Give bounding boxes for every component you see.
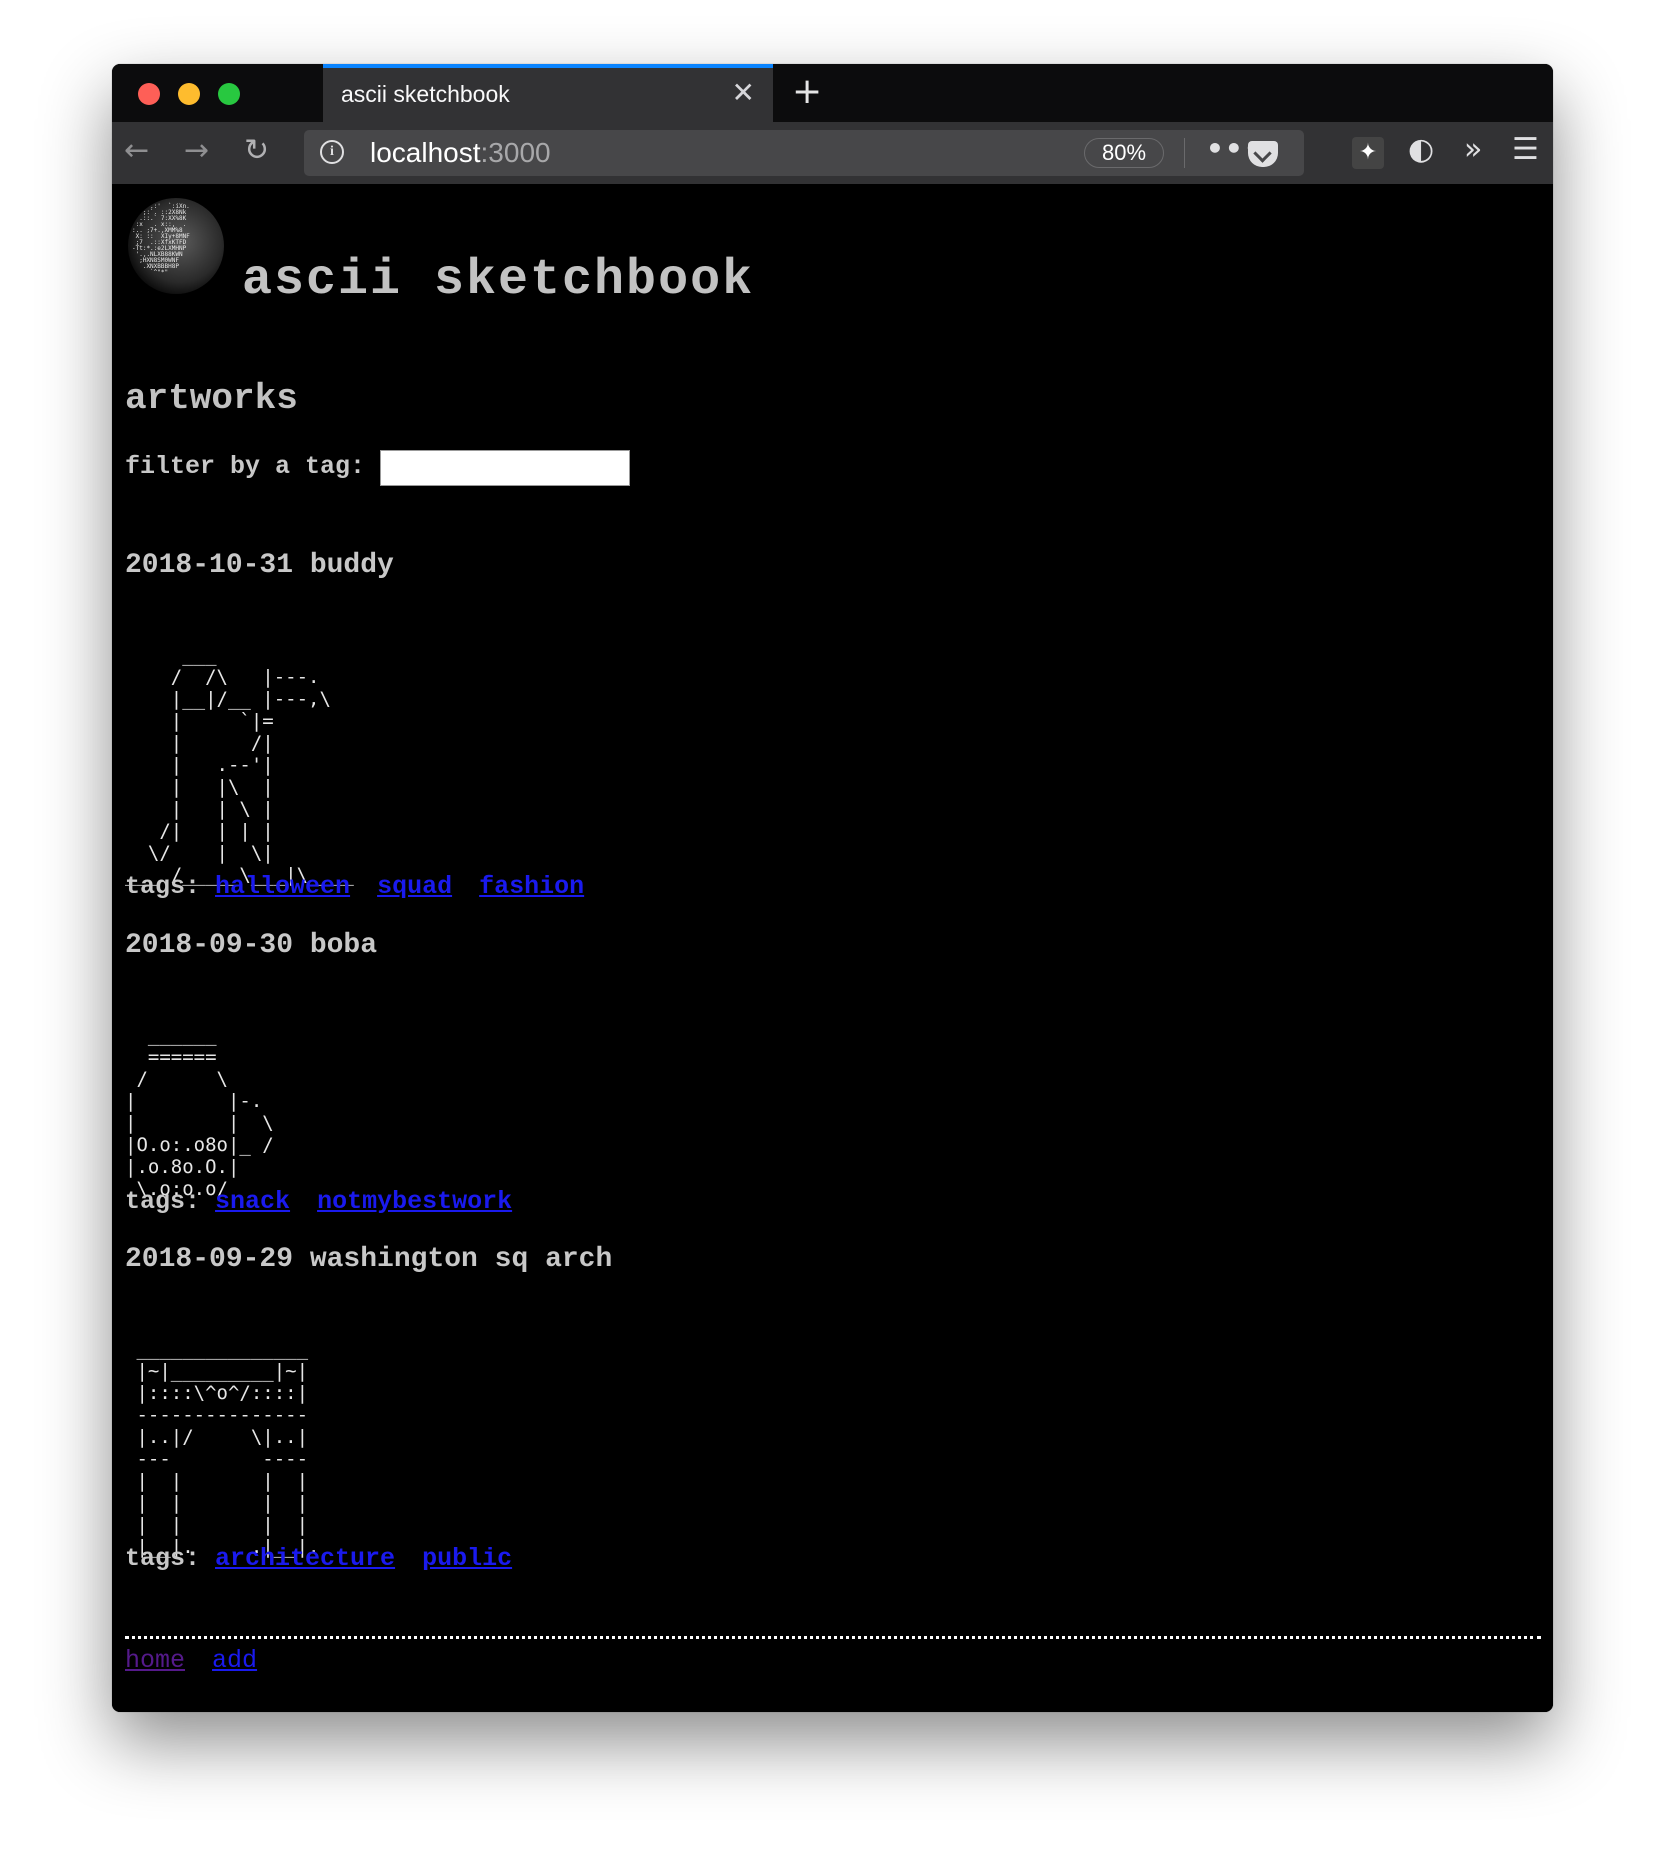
- tag-filter-input[interactable]: [380, 450, 630, 486]
- section-heading: artworks: [125, 378, 298, 419]
- artwork-title: 2018-09-30 boba: [125, 930, 378, 961]
- url-divider: [1184, 138, 1185, 168]
- url-bar[interactable]: i localhost:3000 80% •••: [304, 130, 1304, 176]
- tag-link[interactable]: halloween: [215, 872, 350, 901]
- page-content: .:' `:iXn. ;:`. ::2X8Nk .::.` 7:XX%8K :x…: [112, 184, 1553, 1712]
- navigation-bar: ← → ↻ i localhost:3000 80% ••• ✦ ◐ » ☰: [112, 122, 1553, 184]
- info-icon[interactable]: i: [320, 140, 344, 164]
- minimize-window-button[interactable]: [178, 83, 200, 105]
- logo-ascii-art: .:' `:iXn. ;:`. ::2X8Nk .::.` 7:XX%8K :x…: [132, 203, 190, 276]
- tags-row: tags: architecture public: [125, 1544, 524, 1573]
- tags-label: tags:: [125, 1187, 201, 1216]
- reload-icon[interactable]: ↻: [244, 134, 269, 168]
- tag-link[interactable]: public: [422, 1544, 512, 1573]
- close-window-button[interactable]: [138, 83, 160, 105]
- tag-link[interactable]: snack: [215, 1187, 290, 1216]
- artwork-ascii: ______ ====== / \ | |-. | | \ |O.o:.o8o|…: [125, 1024, 274, 1200]
- tags-label: tags:: [125, 1544, 201, 1573]
- footer-divider: [125, 1636, 1541, 1639]
- tab-title: ascii sketchbook: [341, 81, 510, 107]
- extension-toggle-icon[interactable]: ◐: [1408, 132, 1434, 168]
- tags-row: tags: snack notmybestwork: [125, 1187, 524, 1216]
- home-link[interactable]: home: [125, 1646, 185, 1675]
- tag-link[interactable]: squad: [377, 872, 452, 901]
- artwork-title: 2018-10-31 buddy: [125, 550, 394, 581]
- zoom-level-badge[interactable]: 80%: [1084, 138, 1164, 168]
- tag-link[interactable]: notmybestwork: [317, 1187, 512, 1216]
- url-text[interactable]: localhost:3000: [370, 137, 551, 169]
- artwork-ascii: ___ / /\ |---. |__|/__ |---,\ | `|= | /|…: [125, 644, 354, 886]
- extension-pin-icon[interactable]: ✦: [1352, 137, 1384, 169]
- tab-bar: ascii sketchbook ✕ +: [112, 64, 1553, 122]
- tag-link[interactable]: architecture: [215, 1544, 395, 1573]
- tags-label: tags:: [125, 872, 201, 901]
- site-title: ascii sketchbook: [242, 252, 755, 309]
- site-logo: .:' `:iXn. ;:`. ::2X8Nk .::.` 7:XX%8K :x…: [128, 198, 224, 294]
- maximize-window-button[interactable]: [218, 83, 240, 105]
- artwork-title: 2018-09-29 washington sq arch: [125, 1244, 613, 1275]
- browser-window: ascii sketchbook ✕ + ← → ↻ i localhost:3…: [112, 64, 1553, 1712]
- artwork-ascii: _______________ |~|_________|~| |::::\^o…: [125, 1338, 320, 1558]
- url-host: localhost: [370, 137, 481, 168]
- new-tab-button[interactable]: +: [792, 72, 822, 112]
- back-arrow-icon[interactable]: ←: [124, 134, 149, 168]
- forward-arrow-icon[interactable]: →: [184, 134, 209, 168]
- filter-label: filter by a tag:: [125, 452, 366, 481]
- tag-link[interactable]: fashion: [479, 872, 584, 901]
- tab-active[interactable]: ascii sketchbook ✕: [323, 64, 773, 122]
- tags-row: tags: halloween squad fashion: [125, 872, 596, 901]
- overflow-chevron-icon[interactable]: »: [1464, 132, 1482, 168]
- hamburger-menu-icon[interactable]: ☰: [1512, 132, 1539, 168]
- pocket-icon[interactable]: [1248, 141, 1278, 167]
- url-port: :3000: [480, 137, 551, 168]
- footer-nav: home add: [125, 1646, 269, 1675]
- close-tab-icon[interactable]: ✕: [732, 78, 755, 108]
- add-link[interactable]: add: [212, 1646, 257, 1675]
